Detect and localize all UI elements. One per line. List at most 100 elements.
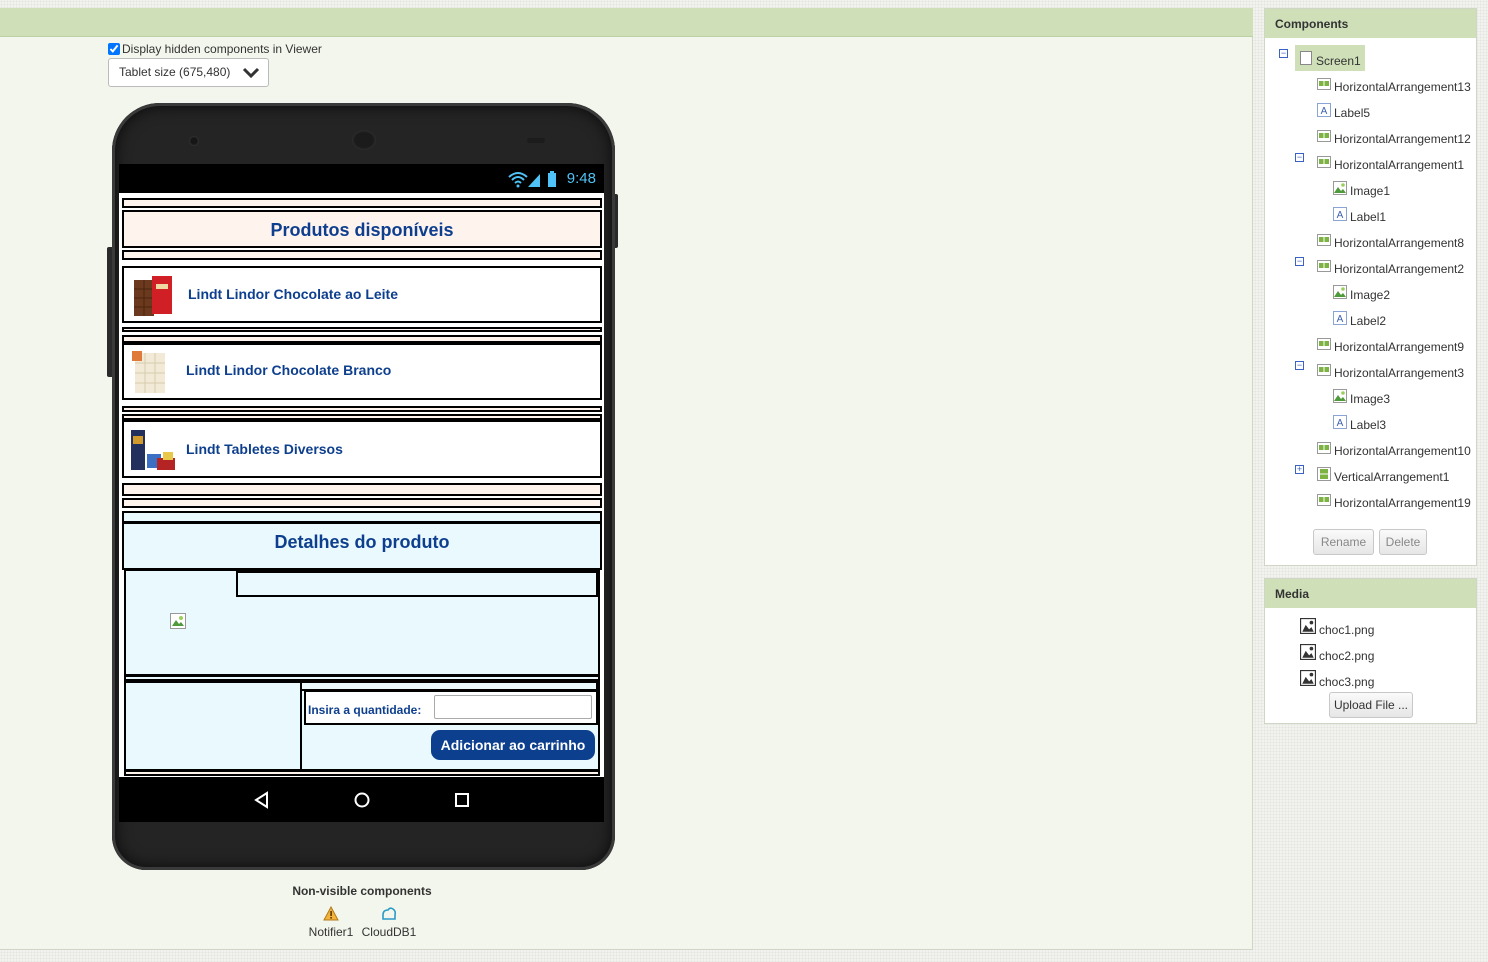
tree-item-label: HorizontalArrangement3 <box>1334 366 1465 380</box>
tree-item-image3[interactable]: Image3 <box>1333 385 1390 407</box>
tree-item-horizontalarrangement3[interactable]: HorizontalArrangement3 <box>1317 359 1464 381</box>
display-hidden-label: Display hidden components in Viewer <box>122 42 322 56</box>
non-visible-label: Notifier1 <box>308 925 354 939</box>
tree-item-label2[interactable]: A Label2 <box>1333 307 1386 329</box>
device-size-select[interactable]: Tablet size (675,480) <box>108 58 269 87</box>
upload-file-button[interactable]: Upload File ... <box>1329 692 1413 718</box>
non-visible-notifier[interactable]: Notifier1 <box>304 906 358 939</box>
phone-speaker <box>352 130 376 150</box>
tree-item-image2[interactable]: Image2 <box>1333 281 1390 303</box>
tree-item-horizontalarrangement12[interactable]: HorizontalArrangement12 <box>1317 125 1471 147</box>
recents-icon[interactable] <box>453 791 471 809</box>
media-file-label: choc3.png <box>1319 675 1375 689</box>
collapse-icon[interactable]: − <box>1279 49 1288 58</box>
tree-item-horizontalarrangement19[interactable]: HorizontalArrangement19 <box>1317 489 1471 511</box>
quantity-label: Insira a quantidade: <box>308 703 422 717</box>
rename-button[interactable]: Rename <box>1313 529 1374 555</box>
tree-item-verticalarrangement1[interactable]: VerticalArrangement1 <box>1317 463 1449 485</box>
details-title: Detalhes do produto <box>274 532 450 552</box>
product-row[interactable]: Lindt Lindor Chocolate Branco <box>122 343 602 400</box>
phone-sensor <box>527 138 545 143</box>
arrangement-spacer <box>122 335 602 343</box>
available-products-title: Produtos disponíveis <box>270 220 454 240</box>
status-clock: 9:48 <box>566 170 596 187</box>
tree-item-label5[interactable]: A Label5 <box>1317 99 1370 121</box>
product-row[interactable]: Lindt Tabletes Diversos <box>122 420 602 478</box>
tree-item-horizontalarrangement10[interactable]: HorizontalArrangement10 <box>1317 437 1471 459</box>
collapse-icon[interactable]: − <box>1295 361 1304 370</box>
delete-button[interactable]: Delete <box>1379 529 1427 555</box>
display-hidden-checkbox[interactable] <box>108 43 120 55</box>
image-file-icon <box>1300 670 1316 686</box>
white-chocolate-image <box>132 351 165 393</box>
status-bar: 9:48 <box>119 164 604 193</box>
details-header-box: Detalhes do produto <box>122 522 602 570</box>
tree-item-label3[interactable]: A Label3 <box>1333 411 1386 433</box>
horizontal-arrangement-icon <box>1317 234 1331 246</box>
image-icon <box>1333 181 1347 195</box>
android-nav-bar <box>119 777 604 822</box>
svg-text:A: A <box>1337 418 1344 429</box>
tree-item-label: HorizontalArrangement19 <box>1334 496 1471 510</box>
tree-item-label: Image1 <box>1350 184 1391 198</box>
components-panel: Components Screen1 − HorizontalArrangement… <box>1264 8 1477 566</box>
details-name-label <box>236 571 598 597</box>
media-file[interactable]: choc1.png <box>1300 615 1374 637</box>
add-to-cart-button[interactable]: Adicionar ao carrinho <box>431 730 595 760</box>
horizontal-arrangement-icon <box>1317 442 1331 454</box>
divider <box>300 681 302 771</box>
product-row[interactable]: Lindt Lindor Chocolate ao Leite <box>122 266 602 323</box>
non-visible-label: CloudDB1 <box>361 925 417 939</box>
cloud-icon <box>382 907 397 920</box>
product-label: Lindt Lindor Chocolate Branco <box>186 362 392 378</box>
non-visible-clouddb[interactable]: CloudDB1 <box>360 906 418 939</box>
home-icon[interactable] <box>353 791 371 809</box>
phone-screen: 9:48 Produtos disponíveis Lindt Lindor C… <box>119 164 604 822</box>
svg-text:A: A <box>1337 210 1344 221</box>
arrangement-spacer <box>122 498 602 508</box>
display-hidden-checkbox-row[interactable]: Display hidden components in Viewer <box>108 42 322 56</box>
tree-item-screen1[interactable]: Screen1 <box>1295 45 1365 71</box>
viewer-header <box>0 8 1253 37</box>
available-header-box: Produtos disponíveis <box>122 210 602 248</box>
collapse-icon[interactable]: − <box>1295 153 1304 162</box>
tree-item-horizontalarrangement13[interactable]: HorizontalArrangement13 <box>1317 73 1471 95</box>
tree-item-label: HorizontalArrangement8 <box>1334 236 1465 250</box>
horizontal-arrangement-icon <box>1317 260 1331 272</box>
horizontal-arrangement-icon <box>1317 130 1331 142</box>
horizontal-arrangement-icon <box>1317 494 1331 506</box>
milk-chocolate-image <box>134 276 172 316</box>
media-panel: Media choc1.png choc2.png choc3.png Upload… <box>1264 578 1477 724</box>
quantity-input[interactable] <box>434 695 592 719</box>
tree-item-label: HorizontalArrangement10 <box>1334 444 1471 458</box>
tree-item-label: HorizontalArrangement1 <box>1334 158 1465 172</box>
tree-item-horizontalarrangement8[interactable]: HorizontalArrangement8 <box>1317 229 1464 251</box>
media-file[interactable]: choc3.png <box>1300 667 1374 689</box>
component-tree: Screen1 − HorizontalArrangement13 A Label5 Ho… <box>1265 39 1476 523</box>
tree-item-label: Label5 <box>1334 106 1371 120</box>
tree-item-horizontalarrangement9[interactable]: HorizontalArrangement9 <box>1317 333 1464 355</box>
arrangement-spacer <box>124 770 600 776</box>
label-icon: A <box>1333 207 1347 221</box>
image-file-icon <box>1300 644 1316 660</box>
media-file[interactable]: choc2.png <box>1300 641 1374 663</box>
image-icon <box>1333 389 1347 403</box>
back-icon[interactable] <box>253 791 271 809</box>
product-label: Lindt Lindor Chocolate ao Leite <box>188 286 398 302</box>
tree-item-horizontalarrangement2[interactable]: HorizontalArrangement2 <box>1317 255 1464 277</box>
arrangement-spacer <box>122 198 602 208</box>
tree-item-image1[interactable]: Image1 <box>1333 177 1390 199</box>
horizontal-arrangement-icon <box>1317 156 1331 168</box>
details-arrangement <box>124 569 600 676</box>
tree-item-horizontalarrangement1[interactable]: HorizontalArrangement1 <box>1317 151 1464 173</box>
expand-icon[interactable]: + <box>1295 465 1304 474</box>
tree-item-label: HorizontalArrangement9 <box>1334 340 1465 354</box>
tree-item-label1[interactable]: A Label1 <box>1333 203 1386 225</box>
collapse-icon[interactable]: − <box>1295 257 1304 266</box>
media-file-label: choc1.png <box>1319 623 1375 637</box>
label-icon: A <box>1333 415 1347 429</box>
vertical-arrangement-icon <box>1317 467 1331 481</box>
components-title: Components <box>1265 9 1476 38</box>
horizontal-arrangement-icon <box>1317 364 1331 376</box>
tree-item-label: HorizontalArrangement12 <box>1334 132 1471 146</box>
